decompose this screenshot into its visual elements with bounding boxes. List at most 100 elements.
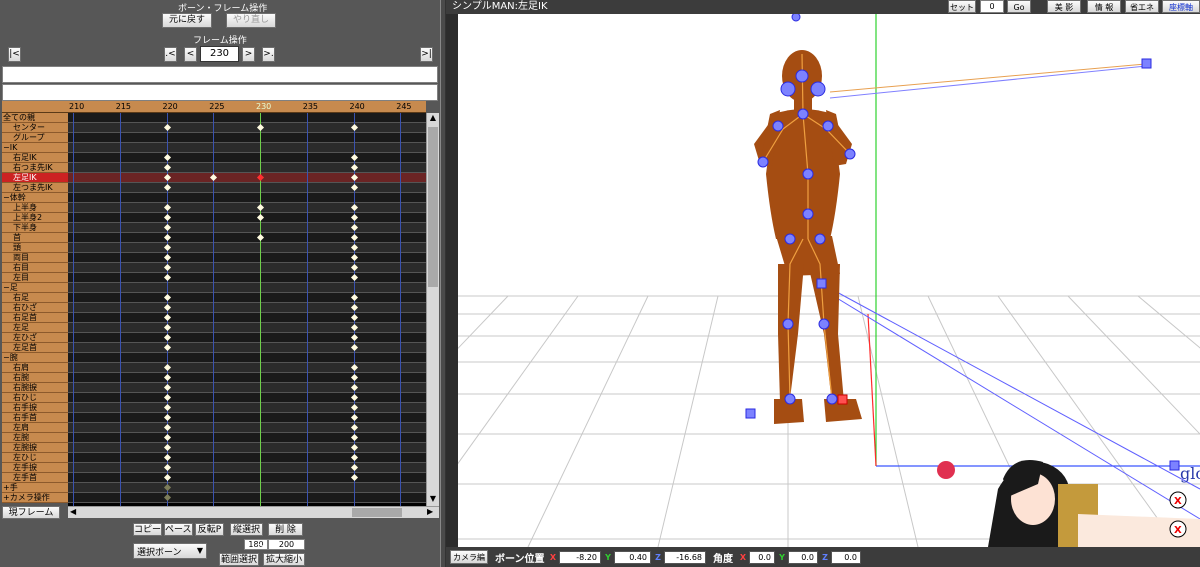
bone-list[interactable]: 全ての親 センター グループ −IK 右足IK 右つま先IK 左足IK 左つま先IK −体幹 上半… (2, 113, 68, 506)
bone-row-label[interactable]: 全ての親 (2, 113, 68, 123)
keyframe-row[interactable] (68, 253, 426, 263)
bone-row-label[interactable]: 左目 (2, 273, 68, 283)
scroll-up-icon[interactable]: ▲ (428, 113, 438, 125)
bone-row-label[interactable]: 右ひじ (2, 393, 68, 403)
last-frame-button[interactable]: >| (420, 47, 433, 62)
vertical-scroll-thumb[interactable] (428, 127, 438, 287)
delete-button[interactable]: 削 除 (268, 523, 303, 536)
keyframe-row[interactable] (68, 243, 426, 253)
pos-x-input[interactable]: -8.20 (559, 551, 601, 564)
bone-row-label[interactable]: 右つま先IK (2, 163, 68, 173)
vertical-select-button[interactable]: 縦選択 (230, 523, 263, 536)
pos-z-input[interactable]: -16.68 (664, 551, 706, 564)
keyframe-row[interactable] (68, 453, 426, 463)
redo-button[interactable]: やり直し (226, 13, 276, 28)
keyframe-row[interactable] (68, 463, 426, 473)
keyframe-row[interactable] (68, 303, 426, 313)
bone-row-label[interactable]: 左足 (2, 323, 68, 333)
horizontal-scroll-thumb[interactable] (352, 508, 402, 517)
bone-row-label[interactable]: 右肩 (2, 363, 68, 373)
keyframe-row[interactable] (68, 233, 426, 243)
keyframe-row[interactable] (68, 413, 426, 423)
current-frame-button[interactable]: 現フレーム (2, 506, 60, 519)
keyframe-grid[interactable] (68, 113, 426, 506)
range-to-input[interactable]: 200 (268, 539, 305, 550)
go-button[interactable]: Go (1007, 0, 1031, 13)
keyframe-row[interactable] (68, 323, 426, 333)
keyframe-row[interactable] (68, 183, 426, 193)
bone-row-label[interactable]: 左足IK (2, 173, 68, 183)
ang-x-input[interactable]: 0.0 (749, 551, 775, 564)
bone-row-label[interactable]: 左肩 (2, 423, 68, 433)
bone-row-label[interactable]: −足 (2, 283, 68, 293)
keyframe-row[interactable] (68, 193, 426, 203)
bone-row-label[interactable]: 左手首 (2, 473, 68, 483)
keyframe-row[interactable] (68, 273, 426, 283)
keyframe-row[interactable] (68, 473, 426, 483)
bone-row-label[interactable]: 左ひじ (2, 453, 68, 463)
keyframe-row[interactable] (68, 393, 426, 403)
reverse-paste-button[interactable]: 反転P (195, 523, 224, 536)
ang-z-input[interactable]: 0.0 (831, 551, 861, 564)
scroll-left-icon[interactable]: ◀ (70, 507, 80, 518)
keyframe-row[interactable] (68, 403, 426, 413)
energy-save-button[interactable]: 省エネ (1125, 0, 1159, 13)
keyframe-row[interactable] (68, 493, 426, 503)
scroll-right-icon[interactable]: ▶ (427, 507, 437, 518)
keyframe-row[interactable] (68, 223, 426, 233)
3d-viewport[interactable]: glo X X (458, 14, 1200, 547)
bone-row-label[interactable]: グループ (2, 133, 68, 143)
bone-row-label[interactable]: 首 (2, 233, 68, 243)
bone-row-label[interactable]: 上半身 (2, 203, 68, 213)
bone-row-label[interactable]: 頭 (2, 243, 68, 253)
info-button[interactable]: 情 報 (1087, 0, 1121, 13)
undo-button[interactable]: 元に戻す (162, 13, 212, 28)
bone-name-box[interactable] (2, 66, 438, 83)
next-frame-button[interactable]: > (242, 47, 255, 62)
next-key-button[interactable]: >. (262, 47, 275, 62)
keyframe-row[interactable] (68, 363, 426, 373)
keyframe-row[interactable] (68, 333, 426, 343)
bone-row-label[interactable]: 左腕 (2, 433, 68, 443)
keyframe-row[interactable] (68, 263, 426, 273)
ang-y-input[interactable]: 0.0 (788, 551, 818, 564)
model-name-box[interactable] (2, 84, 438, 101)
horizontal-scrollbar[interactable]: ◀ ▶ (68, 506, 439, 518)
coord-axis-button[interactable]: 座標軸 (1162, 0, 1200, 13)
select-mode-dropdown[interactable]: 選択ボーン ▼ (133, 543, 207, 559)
bone-row-label[interactable]: 右足首 (2, 313, 68, 323)
bone-row-label[interactable]: 右足 (2, 293, 68, 303)
bone-row-label[interactable]: 右ひざ (2, 303, 68, 313)
bone-row-label[interactable]: 左足首 (2, 343, 68, 353)
frame-ruler[interactable]: 210 215 220 225 230 235 240 245 (68, 101, 426, 113)
bone-row-label[interactable]: −腕 (2, 353, 68, 363)
set-button[interactable]: セット (948, 0, 976, 13)
current-frame-input[interactable]: 230 (200, 46, 239, 62)
keyframe-row[interactable] (68, 373, 426, 383)
prev-frame-button[interactable]: < (184, 47, 197, 62)
bone-row-label[interactable]: +カメラ操作 (2, 493, 68, 503)
bone-row-label[interactable]: −体幹 (2, 193, 68, 203)
camera-edit-button[interactable]: カメラ編 (450, 550, 488, 564)
bone-row-label[interactable]: 右手首 (2, 413, 68, 423)
keyframe-row[interactable] (68, 483, 426, 493)
keyframe-row[interactable] (68, 383, 426, 393)
keyframe-row[interactable] (68, 153, 426, 163)
keyframe-row[interactable] (68, 123, 426, 133)
copy-button[interactable]: コピー (133, 523, 162, 536)
bone-row-label[interactable]: 右手捩 (2, 403, 68, 413)
prev-key-button[interactable]: .< (164, 47, 177, 62)
keyframe-row[interactable] (68, 423, 426, 433)
pos-y-input[interactable]: 0.40 (614, 551, 651, 564)
keyframe-row[interactable] (68, 163, 426, 173)
keyframe-row[interactable] (68, 113, 426, 123)
bone-row-label[interactable]: 右腕 (2, 373, 68, 383)
keyframe-row[interactable] (68, 203, 426, 213)
range-select-button[interactable]: 範囲選択 (219, 553, 259, 566)
keyframe-row[interactable] (68, 443, 426, 453)
scroll-down-icon[interactable]: ▼ (428, 494, 438, 506)
keyframe-row[interactable] (68, 313, 426, 323)
bone-row-label[interactable]: 上半身2 (2, 213, 68, 223)
bone-row-label[interactable]: 左ひざ (2, 333, 68, 343)
keyframe-row[interactable] (68, 283, 426, 293)
